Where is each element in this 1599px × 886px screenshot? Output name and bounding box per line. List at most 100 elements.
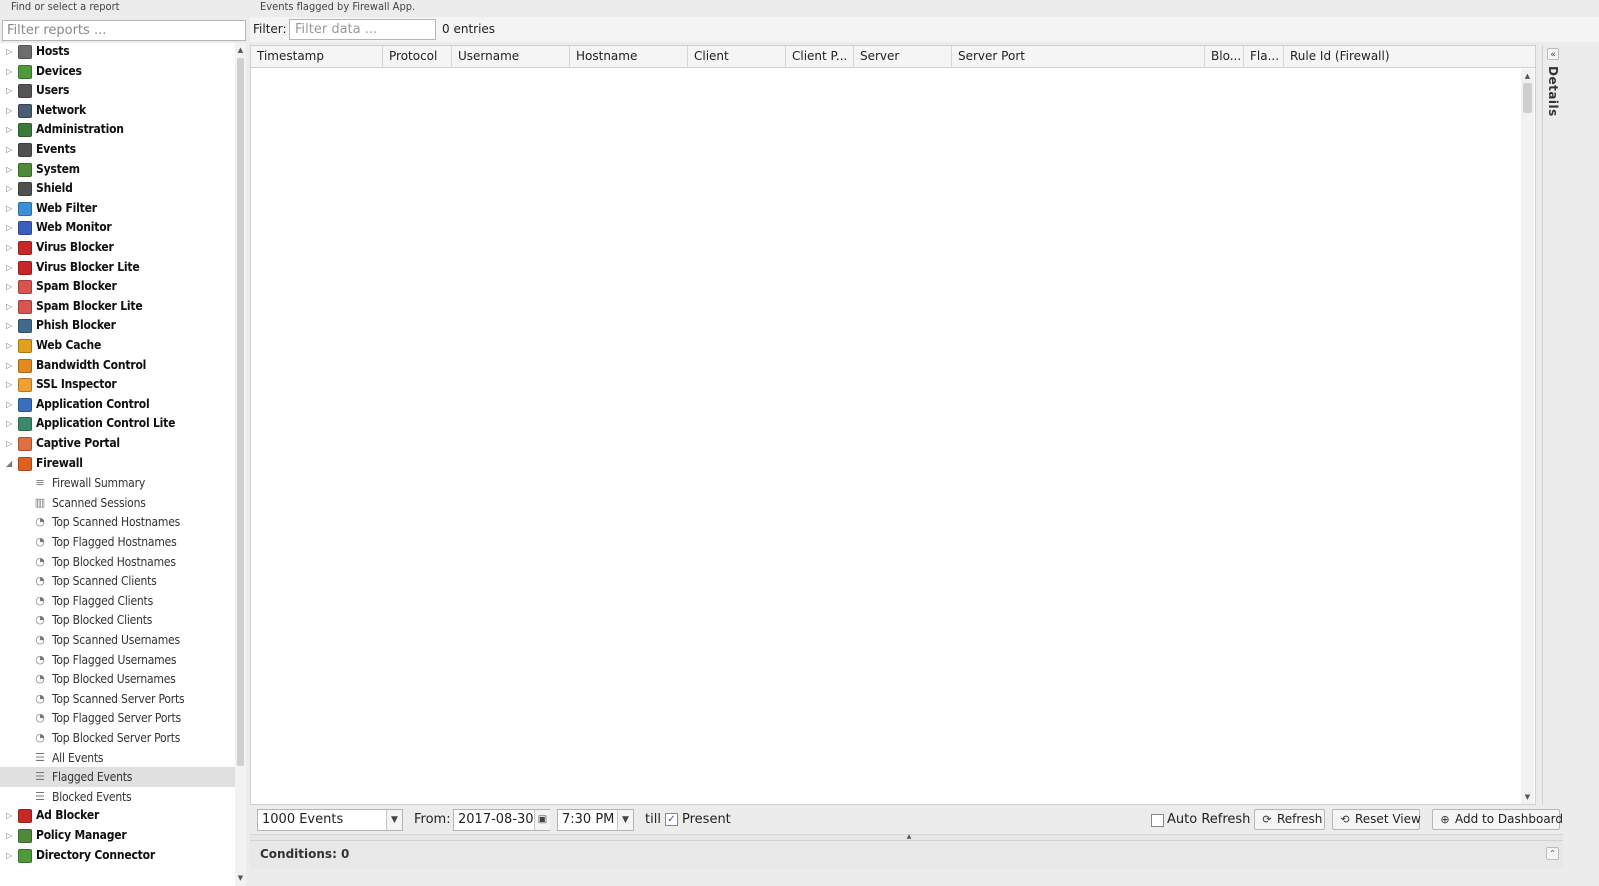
tree-report-top-scanned-usernames[interactable]: ◔ Top Scanned Usernames [0, 630, 235, 650]
auto-refresh-label[interactable]: Auto Refresh [1167, 812, 1250, 827]
expand-icon[interactable]: ▷ [6, 264, 14, 272]
chevron-down-icon[interactable]: ▼ [617, 810, 633, 830]
tree-report-top-scanned-clients[interactable]: ◔ Top Scanned Clients [0, 571, 235, 591]
tree-category-directory-connector[interactable]: ▷ Directory Connector [0, 846, 235, 866]
column-header-fla[interactable]: Fla... [1244, 46, 1284, 68]
tree-report-top-flagged-hostnames[interactable]: ◔ Top Flagged Hostnames [0, 532, 235, 552]
refresh-button[interactable]: ⟳ Refresh [1254, 809, 1325, 830]
tree-report-top-blocked-clients[interactable]: ◔ Top Blocked Clients [0, 610, 235, 630]
expand-icon[interactable]: ▷ [6, 166, 14, 174]
scroll-down-icon[interactable]: ▼ [235, 873, 246, 883]
expand-icon[interactable]: ▷ [6, 244, 14, 252]
expand-icon[interactable]: ▷ [6, 68, 14, 76]
expand-icon[interactable]: ▷ [6, 146, 14, 154]
tree-report-top-scanned-server-ports[interactable]: ◔ Top Scanned Server Ports [0, 689, 235, 709]
tree-category-devices[interactable]: ▷ Devices [0, 62, 235, 82]
expand-icon[interactable]: ▷ [6, 322, 14, 330]
expand-up-icon[interactable]: ⌃ [1546, 847, 1559, 860]
conditions-label[interactable]: Conditions: 0 [260, 847, 349, 861]
column-header-client[interactable]: Client [688, 46, 786, 68]
tree-report-blocked-events[interactable]: ☰ Blocked Events [0, 787, 235, 807]
report-tree-scroll-thumb[interactable] [237, 58, 244, 766]
expand-icon[interactable]: ▷ [6, 185, 14, 193]
data-filter-input[interactable] [289, 19, 436, 40]
reset-view-button[interactable]: ⟲ Reset View [1332, 809, 1421, 830]
tree-category-events[interactable]: ▷ Events [0, 140, 235, 160]
column-header-server[interactable]: Server [854, 46, 952, 68]
chevron-down-icon[interactable]: ▼ [386, 810, 402, 830]
expand-icon[interactable]: ▷ [6, 87, 14, 95]
tree-category-policy-manager[interactable]: ▷ Policy Manager [0, 826, 235, 846]
column-header-protocol[interactable]: Protocol [383, 46, 452, 68]
tree-category-spam-blocker-lite[interactable]: ▷ Spam Blocker Lite [0, 297, 235, 317]
tree-report-top-blocked-hostnames[interactable]: ◔ Top Blocked Hostnames [0, 552, 235, 572]
tree-category-bandwidth-control[interactable]: ▷ Bandwidth Control [0, 356, 235, 376]
tree-report-scanned-sessions[interactable]: ▥ Scanned Sessions [0, 493, 235, 513]
expand-icon[interactable]: ▷ [6, 401, 14, 409]
present-label[interactable]: Present [682, 812, 731, 827]
tree-category-ad-blocker[interactable]: ▷ Ad Blocker [0, 806, 235, 826]
expand-icon[interactable]: ▷ [6, 205, 14, 213]
scroll-up-icon[interactable]: ▲ [235, 45, 246, 55]
tree-category-web-filter[interactable]: ▷ Web Filter [0, 199, 235, 219]
expand-icon[interactable]: ▷ [6, 303, 14, 311]
tree-report-flagged-events[interactable]: ☰ Flagged Events [0, 767, 235, 787]
expand-icon[interactable]: ▷ [6, 440, 14, 448]
report-filter-input[interactable] [2, 20, 246, 41]
expand-icon[interactable]: ▷ [6, 126, 14, 134]
events-limit-select[interactable]: 1000 Events [257, 809, 403, 831]
tree-category-spam-blocker[interactable]: ▷ Spam Blocker [0, 277, 235, 297]
calendar-icon[interactable]: ▣ [534, 810, 550, 830]
column-header-blo[interactable]: Blo... [1205, 46, 1244, 68]
expand-icon[interactable]: ▷ [6, 48, 14, 56]
column-header-username[interactable]: Username [452, 46, 570, 68]
tree-category-users[interactable]: ▷ Users [0, 81, 235, 101]
tree-report-top-flagged-server-ports[interactable]: ◔ Top Flagged Server Ports [0, 708, 235, 728]
tree-category-administration[interactable]: ▷ Administration [0, 120, 235, 140]
collapse-icon[interactable]: ◢ [6, 460, 14, 468]
add-to-dashboard-button[interactable]: ⊕ Add to Dashboard [1432, 809, 1563, 830]
auto-refresh-checkbox[interactable] [1151, 814, 1164, 827]
tree-report-top-blocked-server-ports[interactable]: ◔ Top Blocked Server Ports [0, 728, 235, 748]
tree-report-top-flagged-usernames[interactable]: ◔ Top Flagged Usernames [0, 650, 235, 670]
tree-report-top-scanned-hostnames[interactable]: ◔ Top Scanned Hostnames [0, 512, 235, 532]
scroll-down-icon[interactable]: ▼ [1521, 792, 1534, 802]
events-grid-scroll-thumb[interactable] [1523, 83, 1532, 113]
tree-category-firewall[interactable]: ◢ Firewall [0, 454, 235, 474]
tree-report-top-blocked-usernames[interactable]: ◔ Top Blocked Usernames [0, 669, 235, 689]
expand-icon[interactable]: ▷ [6, 420, 14, 428]
expand-icon[interactable]: ▷ [6, 107, 14, 115]
expand-icon[interactable]: ▷ [6, 381, 14, 389]
details-collapse-icon[interactable]: « [1547, 48, 1559, 60]
column-header-server-port[interactable]: Server Port [952, 46, 1205, 68]
expand-icon[interactable]: ▷ [6, 283, 14, 291]
tree-category-shield[interactable]: ▷ Shield [0, 179, 235, 199]
expand-icon[interactable]: ▷ [6, 224, 14, 232]
tree-category-ssl-inspector[interactable]: ▷ SSL Inspector [0, 375, 235, 395]
expand-icon[interactable]: ▷ [6, 342, 14, 350]
tree-category-web-monitor[interactable]: ▷ Web Monitor [0, 218, 235, 238]
tree-category-network[interactable]: ▷ Network [0, 101, 235, 121]
column-header-client-p[interactable]: Client P... [786, 46, 854, 68]
column-header-hostname[interactable]: Hostname [570, 46, 688, 68]
tree-report-firewall-summary[interactable]: ≡ Firewall Summary [0, 473, 235, 493]
tree-category-application-control[interactable]: ▷ Application Control [0, 395, 235, 415]
tree-category-virus-blocker-lite[interactable]: ▷ Virus Blocker Lite [0, 258, 235, 278]
scroll-up-icon[interactable]: ▲ [1521, 71, 1534, 81]
column-header-rule-id-firewall[interactable]: Rule Id (Firewall) [1284, 46, 1535, 68]
tree-category-web-cache[interactable]: ▷ Web Cache [0, 336, 235, 356]
expand-icon[interactable]: ▷ [6, 812, 14, 820]
tree-category-phish-blocker[interactable]: ▷ Phish Blocker [0, 316, 235, 336]
column-header-timestamp[interactable]: Timestamp [251, 46, 383, 68]
expand-icon[interactable]: ▷ [6, 362, 14, 370]
expand-icon[interactable]: ▷ [6, 832, 14, 840]
events-grid-scrollbar[interactable] [1521, 69, 1534, 804]
details-panel-label[interactable]: Details [1546, 66, 1560, 117]
present-checkbox[interactable]: ✓ [665, 813, 678, 826]
tree-report-top-flagged-clients[interactable]: ◔ Top Flagged Clients [0, 591, 235, 611]
tree-category-captive-portal[interactable]: ▷ Captive Portal [0, 434, 235, 454]
tree-category-virus-blocker[interactable]: ▷ Virus Blocker [0, 238, 235, 258]
tree-category-system[interactable]: ▷ System [0, 160, 235, 180]
expand-icon[interactable]: ▷ [6, 852, 14, 860]
tree-category-hosts[interactable]: ▷ Hosts [0, 43, 235, 62]
